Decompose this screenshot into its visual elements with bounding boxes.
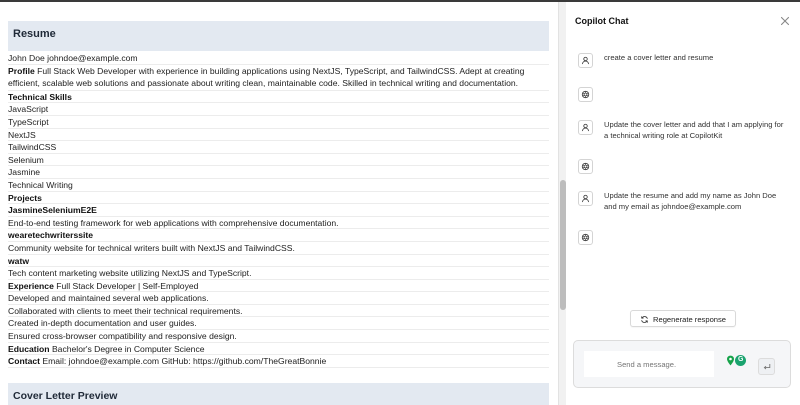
assistant-avatar [578, 159, 593, 174]
project-description: End-to-end testing framework for web app… [8, 217, 549, 230]
chat-message-text: Update the resume and add my name as Joh… [604, 191, 777, 211]
user-avatar [578, 191, 593, 206]
chat-message-text: create a cover letter and resume [604, 53, 714, 62]
project-name: watw [8, 255, 549, 268]
skill-item: Jasmine [8, 166, 549, 179]
grammarly-icon[interactable]: G [735, 355, 746, 366]
resume-profile: Profile Full Stack Web Developer with ex… [8, 65, 549, 91]
project-name: JasmineSeleniumE2E [8, 204, 549, 217]
resume-section-header: Resume [8, 21, 549, 51]
map-pin-icon[interactable] [726, 355, 735, 366]
chat-title: Copilot Chat [575, 16, 629, 26]
regenerate-response-button[interactable]: Regenerate response [630, 310, 736, 327]
education-text: Bachelor's Degree in Computer Science [51, 343, 205, 354]
resume-education: Education Bachelor's Degree in Computer … [8, 343, 549, 356]
contact-text: Email: johndoe@example.com GitHub: https… [42, 356, 327, 367]
close-icon [780, 16, 790, 26]
skill-item: NextJS [8, 129, 549, 142]
resume-contact: Contact Email: johndoe@example.com GitHu… [8, 355, 549, 368]
project-name: wearetechwriterssite [8, 229, 549, 242]
experience-item: Created in-depth documentation and user … [8, 317, 549, 331]
experience-item: Ensured cross-browser compatibility and … [8, 330, 549, 343]
experience-role: Full Stack Developer | Self-Employed [56, 280, 199, 291]
copilot-chat-panel: Copilot Chat create a cover letter and r… [566, 2, 800, 405]
project-description: Community website for technical writers … [8, 242, 549, 255]
skill-item: TailwindCSS [8, 141, 549, 154]
scrollbar-track[interactable] [558, 2, 566, 405]
project-description: Tech content marketing website utilizing… [8, 267, 549, 280]
experience-item: Collaborated with clients to meet their … [8, 305, 549, 318]
grammarly-letter: G [738, 356, 744, 363]
resume-experience: Experience Full Stack Developer | Self-E… [8, 280, 549, 293]
chat-message-text: Update the cover letter and add that I a… [604, 120, 784, 140]
cover-letter-title: Cover Letter Preview [13, 390, 118, 402]
skill-item: Selenium [8, 154, 549, 167]
experience-item: Developed and maintained several web app… [8, 292, 549, 305]
education-label: Education [8, 343, 50, 354]
resume-title: Resume [13, 28, 56, 40]
openai-icon [581, 162, 590, 171]
user-icon [582, 194, 589, 203]
user-icon [582, 123, 589, 132]
profile-label: Profile [8, 65, 35, 76]
cover-letter-section-header: Cover Letter Preview [8, 383, 549, 405]
assistant-avatar [578, 230, 593, 245]
close-button[interactable] [779, 15, 791, 27]
openai-icon [581, 90, 590, 99]
assistant-avatar [578, 87, 593, 102]
chat-input-container: G [573, 340, 791, 388]
user-avatar [578, 53, 593, 68]
regenerate-label: Regenerate response [653, 315, 727, 324]
contact-label: Contact [8, 356, 40, 367]
skills-label: Technical Skills [8, 91, 549, 104]
user-icon [582, 56, 589, 65]
send-button[interactable] [758, 358, 775, 375]
skill-item: Technical Writing [8, 179, 549, 192]
chat-message-input[interactable] [584, 351, 714, 377]
profile-text: Full Stack Web Developer with experience… [8, 65, 525, 89]
resume-name-email: John Doe johndoe@example.com [8, 52, 549, 65]
return-icon [763, 364, 771, 370]
skill-item: TypeScript [8, 116, 549, 129]
skill-item: JavaScript [8, 103, 549, 116]
resume-body: John Doe johndoe@example.com Profile Ful… [8, 52, 549, 368]
openai-icon [581, 233, 590, 242]
resume-pane[interactable]: Resume John Doe johndoe@example.com Prof… [0, 2, 558, 405]
projects-label: Projects [8, 192, 549, 205]
user-avatar [578, 120, 593, 135]
refresh-icon [641, 316, 648, 323]
experience-label: Experience [8, 280, 54, 291]
